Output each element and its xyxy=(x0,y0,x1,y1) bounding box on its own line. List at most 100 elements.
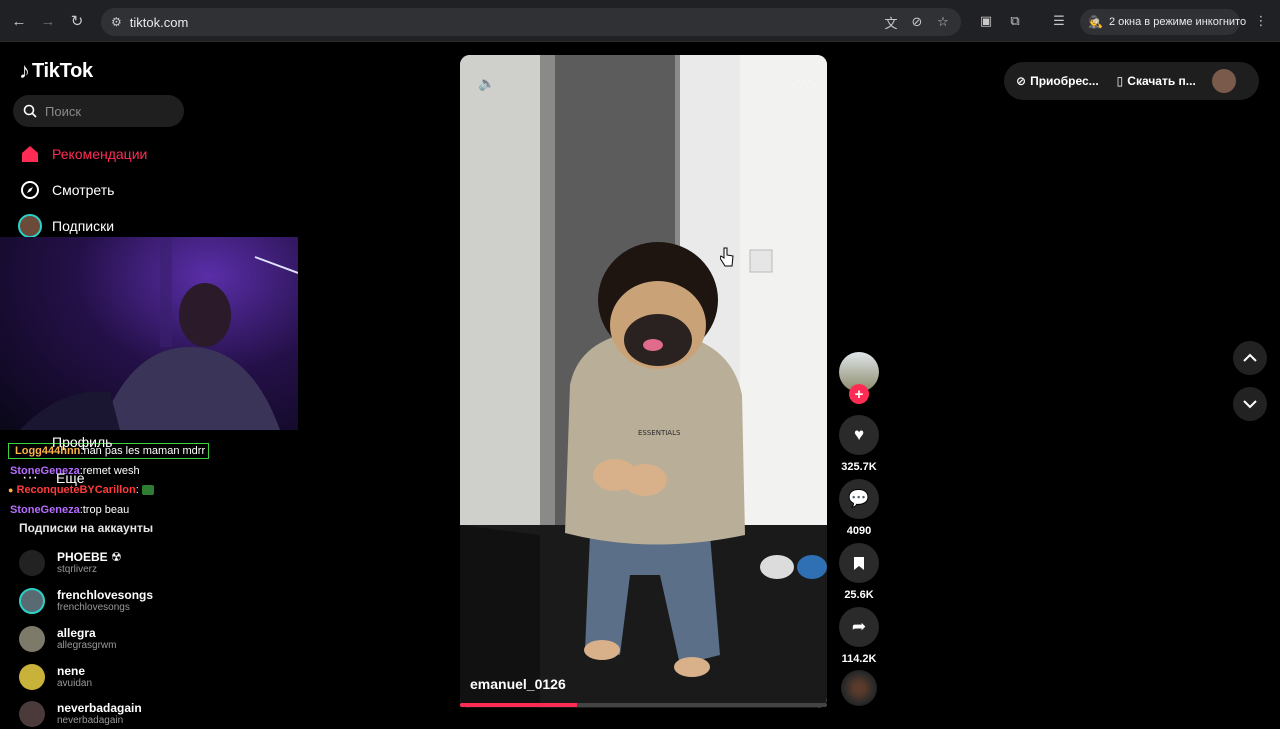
hoodie-print: ESSENTIALS xyxy=(638,429,681,437)
save-count: 25.6K xyxy=(844,589,874,601)
download-label: Скачать п... xyxy=(1127,74,1196,88)
reading-list-icon[interactable]: ☰ xyxy=(1050,12,1068,30)
chat-message: ● ReconqueteBYCarillon: xyxy=(8,484,154,496)
back-icon[interactable]: ← xyxy=(9,11,29,31)
account-name: allegra xyxy=(57,625,96,640)
account-handle: allegrasgrwm xyxy=(57,639,117,651)
video-progress-bar[interactable] xyxy=(460,703,827,707)
comment-count: 4090 xyxy=(846,525,872,537)
video-player[interactable]: ESSENTIALS ··· 🔈 emanuel_0126 xyxy=(460,55,827,708)
nav-profile[interactable]: Профиль xyxy=(52,428,112,456)
search-input[interactable]: Поиск xyxy=(13,95,184,127)
search-icon xyxy=(23,104,37,118)
volume-icon[interactable]: 🔈 xyxy=(478,75,495,92)
account-name: frenchlovesongs xyxy=(57,587,154,602)
comment-icon: 💬 xyxy=(839,479,879,519)
phone-icon: ▯ xyxy=(1116,74,1124,88)
incognito-icon: 🕵 xyxy=(1088,15,1103,29)
search-placeholder: Поиск xyxy=(45,103,82,119)
buy-label: Приобрес... xyxy=(1030,74,1099,88)
avatar xyxy=(19,626,45,652)
following-avatar-icon xyxy=(18,214,42,238)
nav-label: Рекомендации xyxy=(52,146,148,162)
badge-icon: ● xyxy=(8,485,14,495)
video-more-icon[interactable]: ··· xyxy=(797,71,811,87)
star-icon[interactable]: ☆ xyxy=(935,14,951,30)
like-button[interactable]: ♥ 325.7K xyxy=(839,415,879,473)
forward-icon[interactable]: → xyxy=(38,11,58,31)
home-icon xyxy=(18,142,42,166)
comment-button[interactable]: 💬 4090 xyxy=(839,479,879,537)
prev-video-button[interactable] xyxy=(1233,341,1267,375)
emote-icon xyxy=(141,485,154,496)
avatar xyxy=(19,588,45,614)
webcam-overlay xyxy=(0,237,298,430)
account-name: PHOEBE ☢ xyxy=(57,549,122,564)
chat-user: StoneGeneza xyxy=(10,504,80,516)
account-name: nene xyxy=(57,663,86,678)
nav-label: Смотреть xyxy=(52,182,115,198)
music-disc-icon xyxy=(841,670,877,706)
chat-message: StoneGeneza:trop beau xyxy=(10,504,129,516)
incognito-label: 2 окна в режиме инкогнито xyxy=(1108,16,1247,28)
nav-following[interactable]: Подписки xyxy=(18,212,114,240)
url-text: tiktok.com xyxy=(129,14,189,30)
chat-user: ReconqueteBYCarillon xyxy=(16,484,136,496)
eye-off-icon[interactable]: ⊘ xyxy=(909,14,925,30)
brand-name: TikTok xyxy=(32,59,93,82)
follow-plus-icon[interactable]: + xyxy=(849,384,869,404)
translate-icon[interactable]: 文 xyxy=(883,14,899,31)
browser-toolbar: ← → ↻ ⚙ tiktok.com 文 ⊘ ☆ ▣ ⧉ ☰ 🕵 2 окна … xyxy=(0,0,1280,42)
nav-recommended[interactable]: Рекомендации xyxy=(18,140,147,168)
account-handle: frenchlovesongs xyxy=(57,601,130,613)
following-account[interactable]: neverbadagain neverbadagain xyxy=(19,699,142,729)
heart-icon: ♥ xyxy=(839,415,879,455)
sound-disc-button[interactable] xyxy=(839,670,879,706)
account-handle: stqrliverz xyxy=(57,563,98,575)
nav-explore[interactable]: Смотреть xyxy=(18,176,114,204)
account-name: neverbadagain xyxy=(57,700,142,715)
site-settings-icon[interactable]: ⚙ xyxy=(111,15,122,29)
browser-menu-icon[interactable]: ⋮ xyxy=(1252,12,1270,30)
video-frame: ESSENTIALS xyxy=(460,55,827,708)
following-title: Подписки на аккаунты xyxy=(19,521,154,535)
following-account[interactable]: nene avuidan xyxy=(19,662,92,692)
hand-cursor-icon xyxy=(720,247,734,267)
following-account[interactable]: frenchlovesongs frenchlovesongs xyxy=(19,586,153,616)
share-button[interactable]: ➦ 114.2K xyxy=(839,607,879,665)
account-handle: avuidan xyxy=(57,677,93,689)
tiktok-note-icon: ♪ xyxy=(19,58,30,83)
avatar xyxy=(19,550,45,576)
following-account[interactable]: PHOEBE ☢ stqrliverz xyxy=(19,548,122,578)
extension-icon[interactable]: ▣ xyxy=(977,12,995,30)
video-author[interactable]: emanuel_0126 xyxy=(470,676,566,692)
tiktok-logo[interactable]: ♪ TikTok xyxy=(19,58,93,84)
nav-label: Профиль xyxy=(52,434,113,450)
like-count: 325.7K xyxy=(841,461,877,473)
chat-text: :trop beau xyxy=(79,504,130,516)
compass-icon xyxy=(18,178,42,202)
save-button[interactable]: 25.6K xyxy=(839,543,879,601)
account-handle: neverbadagain xyxy=(57,714,124,726)
incognito-badge[interactable]: 🕵 2 окна в режиме инкогнито xyxy=(1080,9,1246,35)
coin-icon: ⊘ xyxy=(1016,74,1027,88)
following-account[interactable]: allegra allegrasgrwm xyxy=(19,624,116,654)
avatar xyxy=(19,701,45,727)
reload-icon[interactable]: ↻ xyxy=(67,11,87,31)
puzzle-icon[interactable]: ⧉ xyxy=(1006,12,1024,30)
address-bar[interactable]: ⚙ tiktok.com 文 ⊘ ☆ xyxy=(101,8,961,36)
share-count: 114.2K xyxy=(841,653,877,665)
chat-text: :remet wesh xyxy=(79,465,140,477)
avatar xyxy=(19,664,45,690)
chevron-down-icon xyxy=(1243,400,1257,409)
next-video-button[interactable] xyxy=(1233,387,1267,421)
buy-coins-button[interactable]: ⊘ Приобрес... xyxy=(1016,74,1099,88)
download-app-button[interactable]: ▯ Скачать п... xyxy=(1117,74,1196,88)
author-avatar-button[interactable]: + xyxy=(839,352,879,404)
user-avatar[interactable] xyxy=(1211,69,1236,93)
header-actions: ⊘ Приобрес... ▯ Скачать п... xyxy=(1004,62,1259,100)
nav-label: Подписки xyxy=(52,218,115,234)
bookmark-icon xyxy=(839,543,879,583)
share-icon: ➦ xyxy=(839,607,879,647)
chevron-up-icon xyxy=(1243,353,1257,362)
